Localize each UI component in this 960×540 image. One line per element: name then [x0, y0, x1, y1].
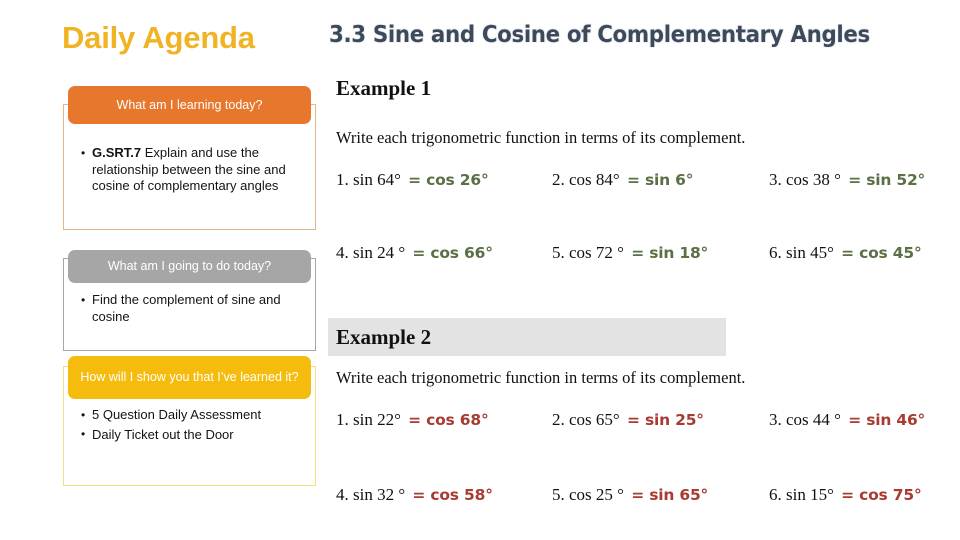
problem-answer: = cos 66°	[412, 244, 493, 262]
agenda-badge-doing-today: What am I going to do today?	[68, 250, 311, 283]
problem-answer: = sin 46°	[848, 411, 926, 429]
problem-number: 3.	[769, 410, 782, 429]
problem-item: 4. sin 32 ° = cos 58°	[336, 485, 493, 505]
list-item: Find the complement of sine and cosine	[81, 292, 300, 325]
example-2-row-1: 1. sin 22° = cos 68° 2. cos 65° = sin 25…	[328, 410, 960, 440]
problem-number: 1.	[336, 410, 349, 429]
problem-answer: = cos 68°	[408, 411, 489, 429]
problem-answer: = sin 25°	[626, 411, 704, 429]
problem-item: 1. sin 22° = cos 68°	[336, 410, 489, 430]
problem-number: 4.	[336, 485, 349, 504]
agenda-section-body-3: 5 Question Daily Assessment Daily Ticket…	[63, 407, 316, 446]
problem-number: 4.	[336, 243, 349, 262]
agenda-section-body-1: G.SRT.7 Explain and use the relationship…	[63, 145, 316, 198]
problem-item: 6. sin 15° = cos 75°	[769, 485, 922, 505]
problem-number: 1.	[336, 170, 349, 189]
problem-question: cos 84°	[569, 170, 620, 189]
problem-number: 2.	[552, 410, 565, 429]
problem-item: 2. cos 65° = sin 25°	[552, 410, 704, 430]
problem-number: 5.	[552, 243, 565, 262]
bullet-text: 5 Question Daily Assessment	[92, 407, 262, 422]
problem-item: 6. sin 45° = cos 45°	[769, 243, 922, 263]
problem-answer: = cos 45°	[841, 244, 922, 262]
problem-question: cos 44 °	[786, 410, 841, 429]
problem-answer: = cos 26°	[408, 171, 489, 189]
example-1-prompt: Write each trigonometric function in ter…	[336, 128, 746, 147]
problem-question: sin 15°	[786, 485, 834, 504]
problem-question: cos 65°	[569, 410, 620, 429]
example-1-row-2: 4. sin 24 ° = cos 66° 5. cos 72 ° = sin …	[328, 243, 960, 273]
problem-item: 5. cos 25 ° = sin 65°	[552, 485, 708, 505]
problem-question: sin 64°	[353, 170, 401, 189]
example-1-heading: Example 1	[336, 76, 432, 100]
example-2-prompt: Write each trigonometric function in ter…	[336, 368, 746, 387]
problem-answer: = cos 75°	[841, 486, 922, 504]
problem-number: 6.	[769, 243, 782, 262]
agenda-badge-show-learning: How will I show you that I’ve learned it…	[68, 356, 311, 399]
agenda-badge-learning-today: What am I learning today?	[68, 86, 311, 124]
problem-question: sin 24 °	[353, 243, 406, 262]
agenda-column: What am I learning today? G.SRT.7 Explai…	[0, 0, 330, 540]
problem-item: 3. cos 44 ° = sin 46°	[769, 410, 925, 430]
problem-answer: = sin 6°	[626, 171, 694, 189]
problem-item: 1. sin 64° = cos 26°	[336, 170, 489, 190]
agenda-badge-label: What am I learning today?	[116, 97, 263, 112]
problem-item: 2. cos 84° = sin 6°	[552, 170, 693, 190]
examples-column: Example 1 Write each trigonometric funct…	[328, 0, 960, 540]
example-1-row-1: 1. sin 64° = cos 26° 2. cos 84° = sin 6°…	[328, 170, 960, 200]
standard-code: G.SRT.7	[92, 145, 142, 160]
problem-answer: = sin 65°	[631, 486, 709, 504]
problem-question: sin 32 °	[353, 485, 406, 504]
agenda-badge-label: How will I show you that I’ve learned it…	[80, 370, 299, 384]
bullet-text: Daily Ticket out the Door	[92, 426, 234, 442]
problem-number: 5.	[552, 485, 565, 504]
problem-number: 6.	[769, 485, 782, 504]
bullet-text: Find the complement of sine and cosine	[92, 292, 281, 324]
example-2-row-2: 4. sin 32 ° = cos 58° 5. cos 25 ° = sin …	[328, 485, 960, 515]
agenda-bullet-list-3: 5 Question Daily Assessment Daily Ticket…	[81, 407, 300, 443]
agenda-bullet-list-2: Find the complement of sine and cosine	[81, 292, 300, 325]
list-item: G.SRT.7 Explain and use the relationship…	[81, 145, 300, 195]
problem-question: sin 22°	[353, 410, 401, 429]
problem-answer: = sin 18°	[631, 244, 709, 262]
example-2-heading: Example 2	[336, 325, 432, 349]
problem-question: cos 72 °	[569, 243, 624, 262]
problem-item: 3. cos 38 ° = sin 52°	[769, 170, 925, 190]
problem-answer: = sin 52°	[848, 171, 926, 189]
problem-number: 2.	[552, 170, 565, 189]
problem-question: sin 45°	[786, 243, 834, 262]
slide-canvas: Daily Agenda 3.3 Sine and Cosine of Comp…	[0, 0, 960, 540]
problem-answer: = cos 58°	[412, 486, 493, 504]
list-item: Daily Ticket out the Door	[81, 426, 300, 444]
list-item: 5 Question Daily Assessment	[81, 407, 300, 424]
agenda-bullet-list-1: G.SRT.7 Explain and use the relationship…	[81, 145, 300, 195]
problem-question: cos 25 °	[569, 485, 624, 504]
problem-number: 3.	[769, 170, 782, 189]
agenda-section-body-2: Find the complement of sine and cosine	[63, 292, 316, 328]
problem-item: 4. sin 24 ° = cos 66°	[336, 243, 493, 263]
problem-question: cos 38 °	[786, 170, 841, 189]
problem-item: 5. cos 72 ° = sin 18°	[552, 243, 708, 263]
agenda-badge-label: What am I going to do today?	[107, 259, 272, 273]
